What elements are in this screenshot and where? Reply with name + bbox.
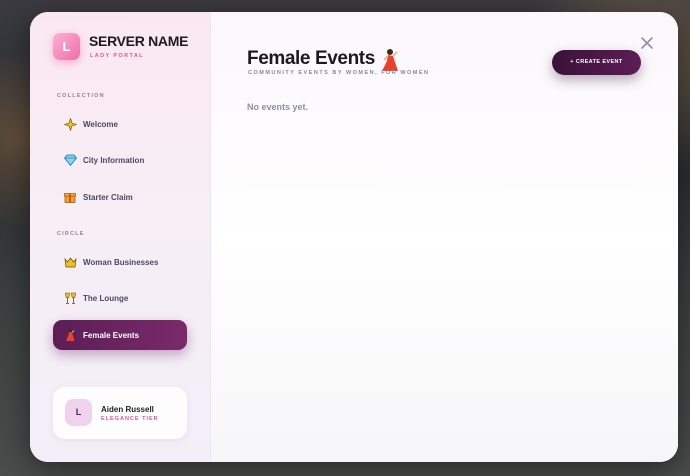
sidebar-item-label: Welcome [83, 119, 118, 129]
page-subtitle: COMMUNITY EVENTS BY WOMEN, FOR WOMEN [248, 70, 430, 76]
sidebar-item-label: Starter Claim [83, 192, 133, 202]
brand-title: SERVER NAME [89, 33, 189, 49]
sidebar-item-label: Woman Businesses [83, 257, 159, 267]
sidebar-item-label: City Information [83, 155, 145, 165]
create-event-button[interactable]: + CREATE EVENT [552, 50, 641, 75]
dancer-icon [379, 48, 401, 72]
sidebar-item-woman-businesses[interactable]: Woman Businesses [53, 247, 187, 277]
avatar: L [65, 399, 92, 426]
wine-glasses-icon [63, 291, 77, 305]
user-tier: ELEGANCE TIER [101, 416, 159, 422]
sidebar-item-label: Female Events [83, 330, 140, 340]
brand-subtitle: LADY PORTAL [90, 53, 145, 59]
brand-logo: L [53, 33, 80, 60]
close-icon[interactable] [640, 36, 654, 50]
gift-icon [63, 190, 77, 204]
portal-window: L SERVER NAME LADY PORTAL COLLECTION Wel… [30, 12, 678, 462]
sidebar: L SERVER NAME LADY PORTAL COLLECTION Wel… [30, 12, 211, 462]
page-title: Female Events [247, 48, 375, 69]
sidebar-item-label: The Lounge [83, 293, 129, 303]
dancer-icon [63, 328, 77, 342]
diamond-icon [63, 153, 77, 167]
sidebar-item-starter-claim[interactable]: Starter Claim [53, 182, 187, 212]
sidebar-item-the-lounge[interactable]: The Lounge [53, 283, 187, 313]
sidebar-item-welcome[interactable]: Welcome [53, 109, 187, 139]
user-name: Aiden Russell [101, 405, 154, 414]
sidebar-item-city-information[interactable]: City Information [53, 145, 187, 175]
empty-state-text: No events yet. [247, 102, 309, 112]
main-content: Female Events COMMUNITY EVENTS BY WOMEN,… [211, 12, 678, 462]
user-card[interactable]: L Aiden Russell ELEGANCE TIER [53, 387, 187, 439]
crown-icon [63, 255, 77, 269]
sparkle-icon [63, 117, 77, 131]
section-label-circle: CIRCLE [57, 231, 85, 237]
section-label-collection: COLLECTION [57, 93, 105, 99]
sidebar-item-female-events[interactable]: Female Events [53, 320, 187, 350]
